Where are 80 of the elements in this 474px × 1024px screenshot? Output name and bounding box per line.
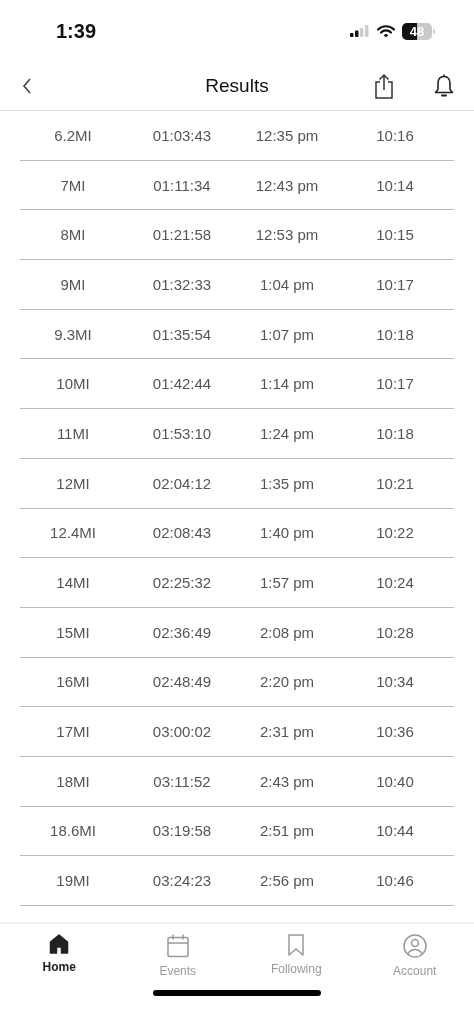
table-cell: 01:35:54 [152, 325, 212, 343]
table-cell: 14MI [56, 574, 90, 592]
table-cell: 2:56 pm [259, 872, 315, 890]
table-cell: 12MI [56, 474, 90, 492]
table-cell: 10:28 [376, 623, 414, 641]
table-cell: 10:22 [376, 524, 414, 542]
battery-icon: 48 [402, 22, 432, 40]
table-cell: 10:40 [376, 772, 414, 790]
account-icon [402, 934, 427, 958]
tab[interactable]: Following [270, 934, 322, 978]
table-cell: 1:24 pm [259, 424, 315, 442]
page-title: Results [204, 75, 270, 97]
table-cell: 2:51 pm [259, 822, 315, 840]
table-cell: 03:00:02 [152, 723, 212, 741]
bookmark-icon [288, 934, 305, 956]
table-cell: 8MI [60, 226, 86, 244]
table-cell: 10:14 [376, 176, 414, 194]
table-cell: 02:04:12 [152, 474, 212, 492]
table-cell: 01:53:10 [152, 424, 212, 442]
table-cell: 02:36:49 [152, 623, 212, 641]
tab[interactable]: Events [159, 934, 197, 978]
table-cell: 2:31 pm [259, 723, 315, 741]
table-cell: 17MI [56, 723, 90, 741]
table-cell: 01:32:33 [152, 275, 212, 293]
table-cell: 18.6MI [50, 822, 96, 840]
table-cell: 2:20 pm [259, 673, 315, 691]
table-cell: 10:44 [376, 822, 414, 840]
table-cell: 10:18 [376, 325, 414, 343]
table-cell: 1:57 pm [259, 574, 315, 592]
table-cell: 02:08:43 [152, 524, 212, 542]
table-cell: 18MI [56, 772, 90, 790]
table-cell: 10:18 [376, 424, 414, 442]
table-cell: 10:15 [376, 226, 414, 244]
table-cell: 02:48:49 [152, 673, 212, 691]
table-cell: 1:14 pm [259, 375, 315, 393]
table-cell: 12:43 pm [255, 176, 319, 194]
table-cell: 2:08 pm [259, 623, 315, 641]
table-cell: 9.3MI [54, 325, 92, 343]
bell-icon[interactable] [434, 74, 454, 98]
table-cell: 2:43 pm [259, 772, 315, 790]
wifi-icon [377, 24, 395, 38]
table-cell: 10:17 [376, 275, 414, 293]
status-time: 1:39 [56, 19, 97, 43]
table-cell: 1:07 pm [259, 325, 315, 343]
table-cell: 19MI [56, 872, 90, 890]
table-cell: 10:36 [376, 723, 414, 741]
table-cell: 01:11:34 [153, 176, 211, 194]
table-cell: 02:25:32 [152, 574, 212, 592]
table-cell: 03:11:52 [153, 772, 211, 790]
table-cell: 6.2MI [54, 126, 92, 144]
tab[interactable]: Home [42, 934, 76, 978]
back-icon[interactable] [22, 78, 32, 94]
table-cell: 03:24:23 [152, 872, 212, 890]
table-cell: 1:04 pm [259, 275, 315, 293]
signal-icon [350, 25, 370, 37]
table-cell: 10:17 [376, 375, 414, 393]
tab[interactable]: Account [393, 934, 437, 978]
table-cell: 03:19:58 [152, 822, 212, 840]
table-cell: 12.4MI [50, 524, 96, 542]
table-cell: 1:35 pm [259, 474, 315, 492]
table-cell: 10:34 [376, 673, 414, 691]
table-cell: 10MI [56, 375, 90, 393]
share-icon[interactable] [374, 73, 394, 99]
table-cell: 9MI [60, 275, 86, 293]
table-cell: 10:24 [376, 574, 414, 592]
table-cell: 12:35 pm [255, 126, 319, 144]
table-cell: 01:03:43 [152, 126, 212, 144]
table-cell: 01:21:58 [152, 226, 212, 244]
table-cell: 10:21 [376, 474, 414, 492]
table-cell: 7MI [60, 176, 86, 194]
table-cell: 11MI [56, 424, 90, 442]
table-cell: 15MI [56, 623, 90, 641]
calendar-icon [166, 934, 189, 958]
table-cell: 16MI [56, 673, 90, 691]
table-cell: 01:42:44 [152, 375, 212, 393]
home-icon [49, 934, 70, 954]
table-cell: 12:53 pm [255, 226, 319, 244]
table-cell: 10:46 [376, 872, 414, 890]
table-cell: 1:40 pm [259, 524, 315, 542]
table-cell: 10:16 [376, 126, 414, 144]
